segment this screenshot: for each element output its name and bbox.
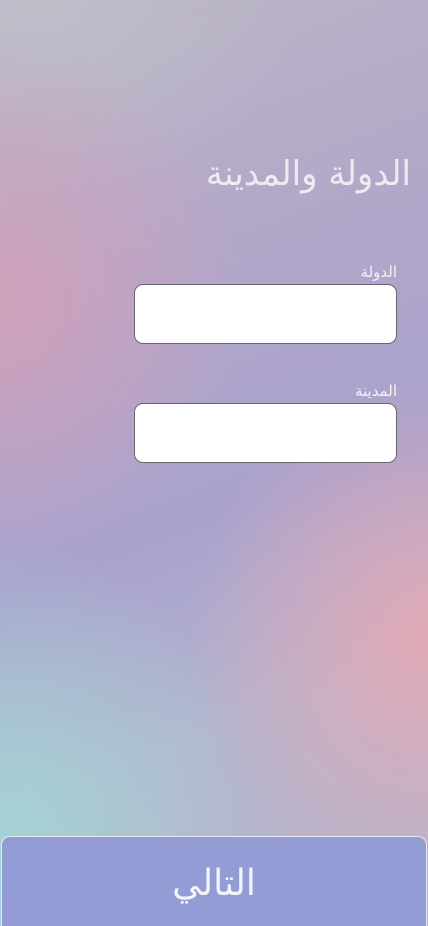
city-field: المدينة [134,381,397,463]
country-field: الدولة [134,262,397,344]
next-button[interactable]: التالي [1,836,427,926]
country-label: الدولة [360,263,397,281]
country-input[interactable] [134,284,397,344]
country-city-screen: الدولة والمدينة الدولة المدينة التالي [0,0,428,926]
city-input[interactable] [134,403,397,463]
city-label: المدينة [354,382,397,400]
page-title: الدولة والمدينة [205,154,411,194]
